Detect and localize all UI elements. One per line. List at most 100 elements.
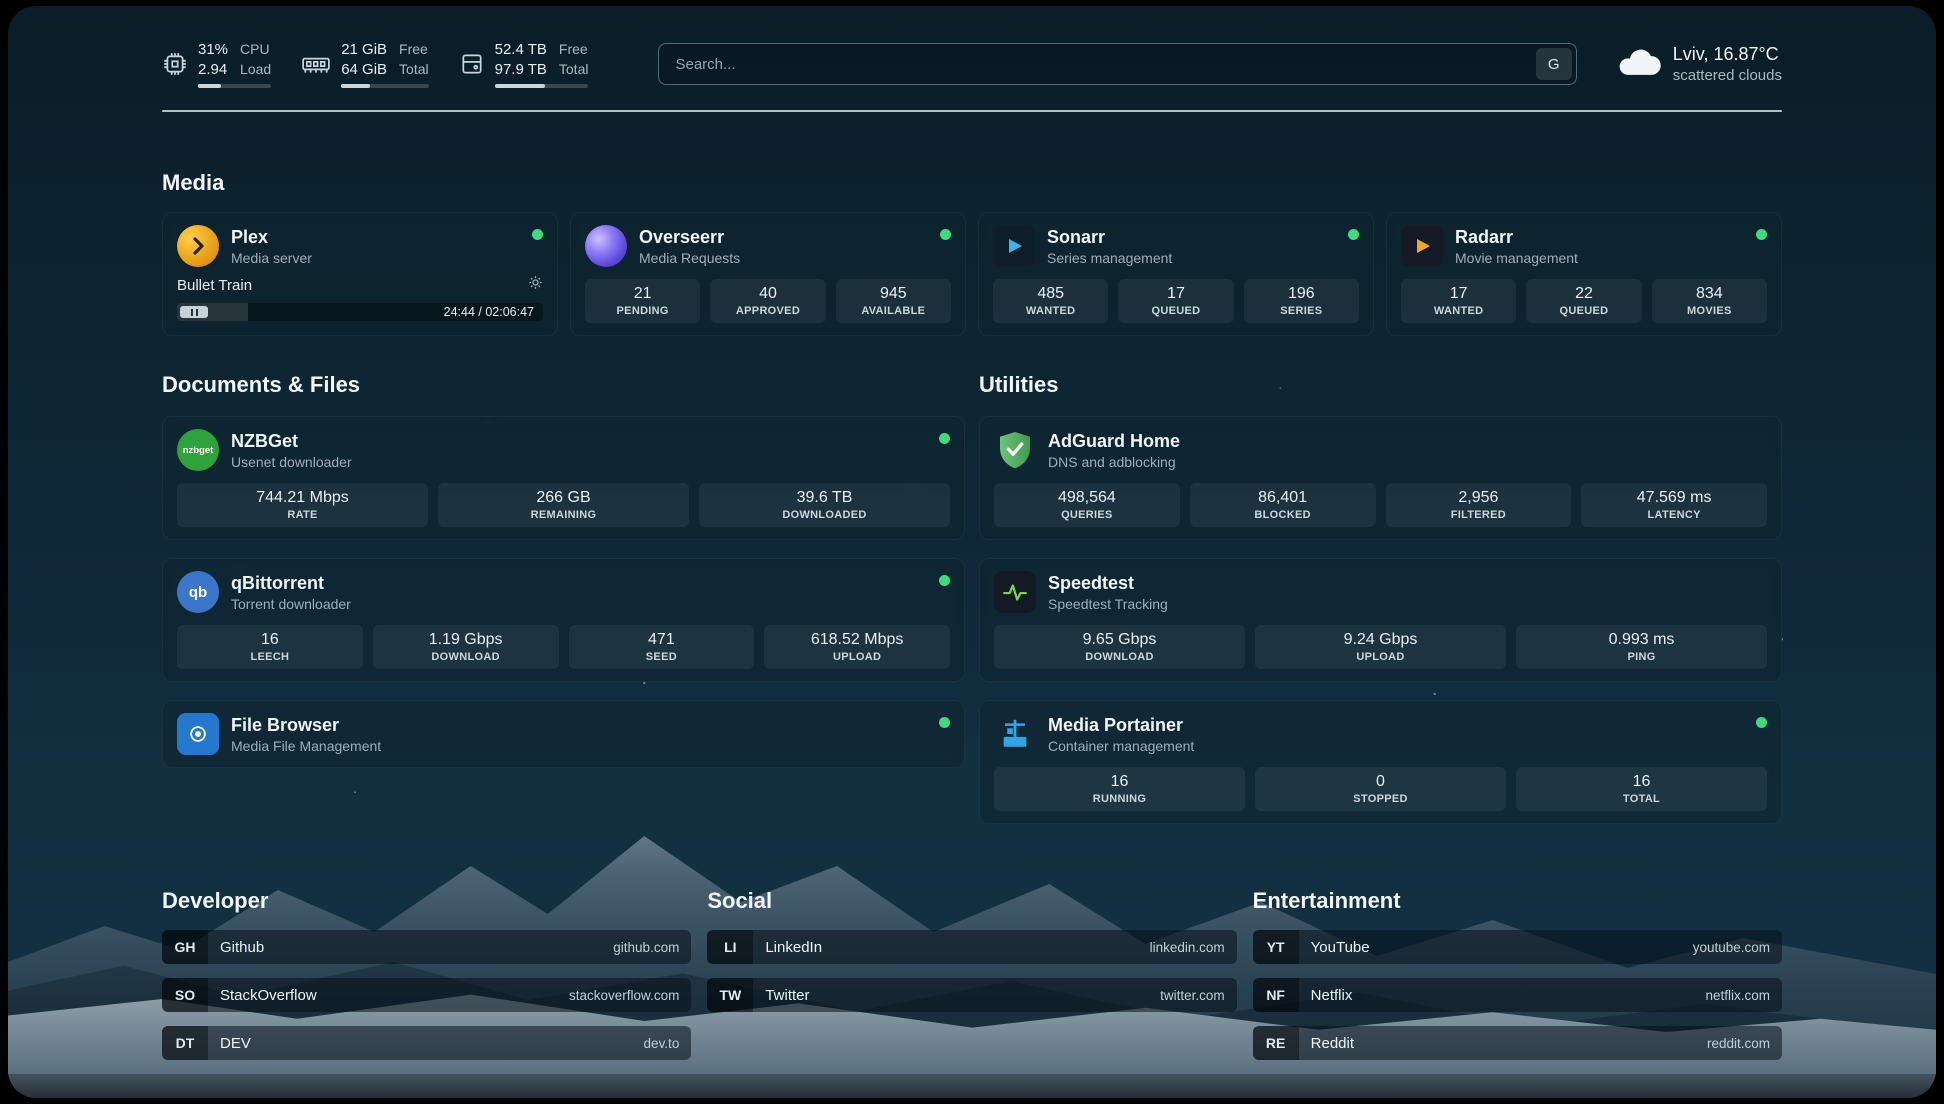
bookmark-url: reddit.com — [1707, 1036, 1770, 1051]
stat-approved: 40APPROVED — [710, 279, 825, 323]
bookmark-abbr: SO — [162, 978, 208, 1012]
section-title-utilities: Utilities — [979, 372, 1782, 398]
service-name: Sonarr — [1047, 227, 1172, 248]
service-subtitle: Torrent downloader — [231, 596, 351, 612]
disk-progressbar — [495, 84, 589, 88]
dashboard-frame: 31% 2.94 CPU Load — [8, 6, 1936, 1098]
service-subtitle: Series management — [1047, 250, 1172, 266]
adguard-icon — [994, 429, 1036, 471]
service-name: Media Portainer — [1048, 715, 1194, 736]
stat-wanted: 485WANTED — [993, 279, 1108, 323]
qbittorrent-icon: qb — [177, 571, 219, 613]
search-input[interactable] — [658, 43, 1576, 85]
bookmark-url: github.com — [613, 940, 679, 955]
search-provider-button[interactable]: G — [1536, 48, 1572, 80]
bottom-band — [8, 1074, 1936, 1098]
bookmark-abbr: TW — [707, 978, 753, 1012]
bookmark-abbr: YT — [1253, 930, 1299, 964]
utilities-column: Utilities AdGuard Home DNS and adblockin… — [979, 372, 1782, 824]
nzbget-card[interactable]: nzbget NZBGet Usenet downloader 744.21 M… — [162, 416, 965, 540]
radarr-card[interactable]: Radarr Movie management 17WANTED 22QUEUE… — [1386, 212, 1782, 336]
player-settings-icon[interactable] — [528, 275, 543, 295]
service-subtitle: Media server — [231, 250, 312, 266]
stat-filtered: 2,956FILTERED — [1386, 483, 1572, 527]
stat-remaining: 266 GBREMAINING — [438, 483, 689, 527]
memory-progressbar — [341, 84, 428, 88]
weather-widget: Lviv, 16.87°C scattered clouds — [1617, 44, 1782, 84]
bookmark-github[interactable]: GH Github github.com — [162, 930, 691, 964]
stat-wanted: 17WANTED — [1401, 279, 1516, 323]
memory-label-2: Total — [399, 60, 429, 80]
stat-blocked: 86,401BLOCKED — [1190, 483, 1376, 527]
stat-rate: 744.21 MbpsRATE — [177, 483, 428, 527]
cpu-load-value: 2.94 — [198, 60, 228, 80]
bookmark-name: Twitter — [765, 987, 809, 1004]
bookmark-linkedin[interactable]: LI LinkedIn linkedin.com — [707, 930, 1236, 964]
bookmark-dev[interactable]: DT DEV dev.to — [162, 1026, 691, 1060]
service-name: Speedtest — [1048, 573, 1168, 594]
portainer-icon — [994, 713, 1036, 755]
stat-running: 16RUNNING — [994, 767, 1245, 811]
memory-widget: 21 GiB 64 GiB Free Total — [301, 40, 428, 88]
overseerr-card[interactable]: Overseerr Media Requests 21PENDING 40APP… — [570, 212, 966, 336]
speedtest-icon — [994, 571, 1036, 613]
bookmark-url: twitter.com — [1160, 988, 1225, 1003]
qbittorrent-card[interactable]: qb qBittorrent Torrent downloader 16LEEC… — [162, 558, 965, 682]
cpu-icon — [162, 51, 188, 77]
adguard-card[interactable]: AdGuard Home DNS and adblocking 498,564Q… — [979, 416, 1782, 540]
memory-total-value: 64 GiB — [341, 60, 387, 80]
bookmark-reddit[interactable]: RE Reddit reddit.com — [1253, 1026, 1782, 1060]
section-title-documents: Documents & Files — [162, 372, 965, 398]
stat-download: 9.65 GbpsDOWNLOAD — [994, 625, 1245, 669]
pause-button[interactable] — [180, 306, 208, 318]
service-name: Radarr — [1455, 227, 1578, 248]
stat-latency: 47.569 msLATENCY — [1581, 483, 1767, 527]
top-bar: 31% 2.94 CPU Load — [162, 6, 1782, 88]
playback-progressbar[interactable]: 24:44 / 02:06:47 — [177, 303, 543, 321]
filebrowser-card[interactable]: File Browser Media File Management — [162, 700, 965, 768]
bookmark-url: netflix.com — [1705, 988, 1770, 1003]
cpu-label-1: CPU — [240, 40, 271, 60]
stat-upload: 9.24 GbpsUPLOAD — [1255, 625, 1506, 669]
disk-label-1: Free — [559, 40, 589, 60]
bookmark-url: youtube.com — [1693, 940, 1770, 955]
stat-downloaded: 39.6 TBDOWNLOADED — [699, 483, 950, 527]
bookmark-name: Reddit — [1311, 1035, 1354, 1052]
plex-card[interactable]: Plex Media server Bullet Train 24:4 — [162, 212, 558, 336]
service-subtitle: Media File Management — [231, 738, 381, 754]
service-subtitle: Usenet downloader — [231, 454, 352, 470]
memory-label-1: Free — [399, 40, 429, 60]
bookmark-abbr: GH — [162, 930, 208, 964]
service-name: Plex — [231, 227, 312, 248]
bookmark-netflix[interactable]: NF Netflix netflix.com — [1253, 978, 1782, 1012]
section-title-entertainment: Entertainment — [1253, 888, 1782, 914]
stat-pending: 21PENDING — [585, 279, 700, 323]
bookmark-stackoverflow[interactable]: SO StackOverflow stackoverflow.com — [162, 978, 691, 1012]
disk-free-value: 52.4 TB — [495, 40, 547, 60]
service-subtitle: Container management — [1048, 738, 1194, 754]
service-name: AdGuard Home — [1048, 431, 1180, 452]
section-title-social: Social — [707, 888, 1236, 914]
stat-queued: 22QUEUED — [1526, 279, 1641, 323]
cpu-widget: 31% 2.94 CPU Load — [162, 40, 271, 88]
stat-queries: 498,564QUERIES — [994, 483, 1180, 527]
plex-icon — [177, 225, 219, 267]
stat-total: 16TOTAL — [1516, 767, 1767, 811]
bookmark-name: LinkedIn — [765, 939, 822, 956]
section-title-developer: Developer — [162, 888, 691, 914]
bookmark-twitter[interactable]: TW Twitter twitter.com — [707, 978, 1236, 1012]
now-playing-title: Bullet Train — [177, 277, 252, 294]
bookmark-url: stackoverflow.com — [569, 988, 679, 1003]
disk-widget: 52.4 TB 97.9 TB Free Total — [459, 40, 589, 88]
service-subtitle: Movie management — [1455, 250, 1578, 266]
sonarr-card[interactable]: Sonarr Series management 485WANTED 17QUE… — [978, 212, 1374, 336]
speedtest-card[interactable]: Speedtest Speedtest Tracking 9.65 GbpsDO… — [979, 558, 1782, 682]
documents-column: Documents & Files nzbget NZBGet Usenet d… — [162, 372, 965, 824]
portainer-card[interactable]: Media Portainer Container management 16R… — [979, 700, 1782, 824]
playback-time: 24:44 / 02:06:47 — [444, 305, 534, 319]
bookmark-abbr: NF — [1253, 978, 1299, 1012]
bookmark-youtube[interactable]: YT YouTube youtube.com — [1253, 930, 1782, 964]
weather-condition: scattered clouds — [1673, 67, 1782, 84]
service-name: Overseerr — [639, 227, 740, 248]
disk-icon — [459, 51, 485, 77]
